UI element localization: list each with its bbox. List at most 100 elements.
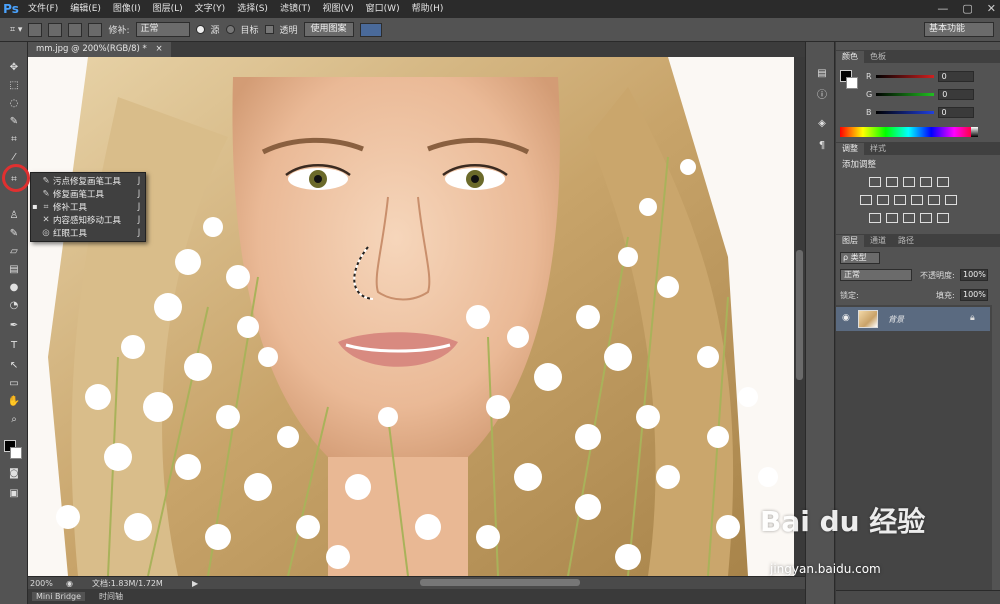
maximize-icon[interactable]: ▢ <box>962 0 972 18</box>
tab-adjustments[interactable]: 调整 <box>836 143 864 155</box>
menu-type[interactable]: 文字(Y) <box>189 0 232 18</box>
photo-filter-icon[interactable] <box>911 195 923 205</box>
subtract-selection-icon[interactable] <box>68 22 83 37</box>
blur-tool-icon[interactable]: ● <box>4 280 24 296</box>
intersect-selection-icon[interactable] <box>88 22 103 37</box>
transparent-checkbox[interactable] <box>264 25 274 34</box>
new-selection-icon[interactable] <box>28 22 43 37</box>
color-bg-swatch[interactable] <box>846 77 858 89</box>
gradient-tool-icon[interactable]: ▤ <box>4 262 24 278</box>
green-value-input[interactable]: 0 <box>938 88 975 100</box>
eraser-tool-icon[interactable]: ▱ <box>4 244 24 260</box>
menu-help[interactable]: 帮助(H) <box>406 0 450 18</box>
zoom-level[interactable]: 200% <box>30 579 66 588</box>
status-arrow-icon[interactable]: ▶ <box>192 579 198 588</box>
color-spectrum-bar[interactable] <box>840 127 977 137</box>
minimize-icon[interactable]: — <box>937 0 948 18</box>
vertical-scroll-thumb[interactable] <box>796 250 803 380</box>
flyout-item-healing-brush[interactable]: ✎ 修复画笔工具 J <box>31 187 145 200</box>
document-tab[interactable]: mm.jpg @ 200%(RGB/8) * × <box>28 42 171 57</box>
quick-mask-icon[interactable]: ◙ <box>4 466 24 482</box>
flyout-item-red-eye[interactable]: ◎ 红眼工具 J <box>31 226 145 239</box>
tool-preset-icon[interactable]: ⌗ ▾ <box>10 25 22 35</box>
quick-select-tool-icon[interactable]: ✎ <box>4 114 24 130</box>
close-icon[interactable]: ✕ <box>987 0 996 18</box>
threshold-icon[interactable] <box>903 213 915 223</box>
pattern-picker-icon[interactable] <box>359 22 382 37</box>
lasso-tool-icon[interactable]: ◌ <box>4 96 24 112</box>
tab-layers[interactable]: 图层 <box>836 235 864 247</box>
crop-tool-icon[interactable]: ⌗ <box>4 132 24 148</box>
workspace-select[interactable]: 基本功能 <box>924 22 994 37</box>
levels-icon[interactable] <box>886 177 898 187</box>
menu-filter[interactable]: 滤镜(T) <box>274 0 317 18</box>
status-icon[interactable]: ◉ <box>66 579 78 588</box>
flyout-item-patch[interactable]: ▪ ⌗ 修补工具 J <box>31 200 145 213</box>
color-lookup-icon[interactable] <box>945 195 957 205</box>
blend-mode-select[interactable]: 正常 <box>840 269 912 281</box>
tab-channels[interactable]: 通道 <box>864 235 892 247</box>
vibrance-icon[interactable] <box>937 177 949 187</box>
red-slider[interactable] <box>875 74 934 78</box>
menu-window[interactable]: 窗口(W) <box>360 0 406 18</box>
flyout-item-spot-healing-brush[interactable]: ✎ 污点修复画笔工具 J <box>31 174 145 187</box>
pen-tool-icon[interactable]: ✒ <box>4 318 24 334</box>
curves-icon[interactable] <box>903 177 915 187</box>
layer-row-background[interactable]: ◉ 背景 🔒︎ <box>836 307 990 331</box>
destination-radio[interactable] <box>225 25 235 34</box>
horizontal-scroll-thumb[interactable] <box>420 579 580 586</box>
stamp-tool-icon[interactable]: ♙ <box>4 208 24 224</box>
close-tab-icon[interactable]: × <box>156 44 163 54</box>
menu-image[interactable]: 图像(I) <box>107 0 147 18</box>
fill-input[interactable]: 100% <box>960 289 988 301</box>
history-panel-icon[interactable]: ▤ <box>812 66 832 82</box>
properties-panel-icon[interactable]: ⓘ <box>812 88 832 104</box>
spectrum-bw-bar[interactable] <box>971 127 978 137</box>
selective-color-icon[interactable] <box>920 213 932 223</box>
menu-file[interactable]: 文件(F) <box>22 0 64 18</box>
color-balance-icon[interactable] <box>877 195 889 205</box>
patch-mode-select[interactable]: 正常 <box>135 22 190 37</box>
add-selection-icon[interactable] <box>48 22 63 37</box>
use-pattern-button[interactable]: 使用图案 <box>303 22 354 37</box>
tab-color[interactable]: 颜色 <box>836 51 864 63</box>
menu-edit[interactable]: 编辑(E) <box>64 0 107 18</box>
path-select-tool-icon[interactable]: ↖ <box>4 358 24 374</box>
hand-tool-icon[interactable]: ✋ <box>4 394 24 410</box>
gradient-map-icon[interactable] <box>937 213 949 223</box>
screen-mode-icon[interactable]: ▣ <box>4 486 24 502</box>
layer-filter-select[interactable]: ρ 类型 <box>840 252 880 264</box>
hue-saturation-icon[interactable] <box>860 195 872 205</box>
actions-panel-icon[interactable]: ◈ <box>812 116 832 132</box>
green-slider[interactable] <box>876 92 935 96</box>
blue-slider[interactable] <box>875 110 934 114</box>
visibility-eye-icon[interactable]: ◉ <box>842 313 850 323</box>
marquee-tool-icon[interactable]: ⬚ <box>4 78 24 94</box>
tab-paths[interactable]: 路径 <box>892 235 920 247</box>
channel-mixer-icon[interactable] <box>928 195 940 205</box>
zoom-tool-icon[interactable]: ⌕ <box>4 412 24 428</box>
history-brush-tool-icon[interactable]: ✎ <box>4 226 24 242</box>
tab-swatches[interactable]: 色板 <box>864 51 892 63</box>
document-canvas[interactable] <box>28 57 794 576</box>
opacity-input[interactable]: 100% <box>960 269 988 281</box>
blue-value-input[interactable]: 0 <box>937 106 974 118</box>
tab-timeline[interactable]: 时间轴 <box>95 591 127 602</box>
exposure-icon[interactable] <box>920 177 932 187</box>
background-color-swatch[interactable] <box>10 447 22 459</box>
tab-mini-bridge[interactable]: Mini Bridge <box>32 592 86 601</box>
menu-layer[interactable]: 图层(L) <box>147 0 189 18</box>
invert-icon[interactable] <box>869 213 881 223</box>
dodge-tool-icon[interactable]: ◔ <box>4 298 24 314</box>
red-value-input[interactable]: 0 <box>937 70 974 82</box>
paragraph-panel-icon[interactable]: ¶ <box>812 138 832 154</box>
brightness-icon[interactable] <box>869 177 881 187</box>
menu-view[interactable]: 视图(V) <box>316 0 359 18</box>
source-radio[interactable] <box>195 25 205 34</box>
flyout-item-content-aware-move[interactable]: ✕ 内容感知移动工具 J <box>31 213 145 226</box>
type-tool-icon[interactable]: T <box>4 338 24 354</box>
shape-tool-icon[interactable]: ▭ <box>4 376 24 392</box>
menu-select[interactable]: 选择(S) <box>231 0 274 18</box>
posterize-icon[interactable] <box>886 213 898 223</box>
black-white-icon[interactable] <box>894 195 906 205</box>
